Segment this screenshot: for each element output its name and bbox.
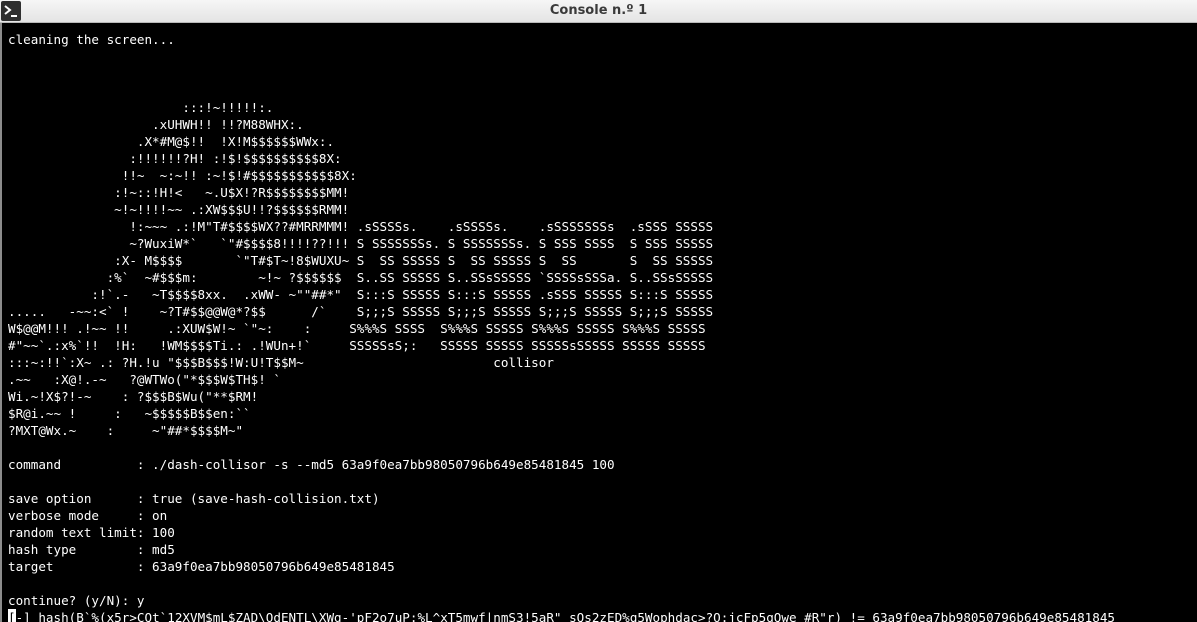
ascii-art-line: :::~:!!`:X~ .: ?H.!u "$$$B$$$!W:U!T$$M~ … <box>8 355 554 370</box>
ascii-art-line: .~~ :X@!.-~ ?@WTWo("*$$$W$TH$! ` <box>8 372 281 387</box>
continue-prompt-line: continue? (y/N): y <box>8 593 145 608</box>
ascii-art-line: :X- M$$$$ `"T#$T~!8$WUXU~ S SS SSSSS S S… <box>8 253 714 268</box>
ascii-art-line: ~!~!!!!~~ .:XW$$$U!!?$$$$$$RMM! <box>8 202 350 217</box>
ascii-art-line: !:~~~ .:!M"T#$$$$WX??#MRRMMM! .sSSSSs. .… <box>8 219 714 234</box>
hash-attempt-text: -] hash(B`%(x5r>CQt`12XVM$mL$ZAD\OdENTL\… <box>15 610 1115 622</box>
random-text-limit-line: random text limit: 100 <box>8 525 175 540</box>
ascii-art-line: $R@i.~~ ! : ~$$$$$B$$en:`` <box>8 406 251 421</box>
hash-attempt-line: [-] hash(B`%(x5r>CQt`12XVM$mL$ZAD\OdENTL… <box>8 609 1194 622</box>
ascii-art-line: :!`.- ~T$$$$8xx. .xWW- ~""##*" S:::S SSS… <box>8 287 714 302</box>
window-border <box>0 23 2 622</box>
ascii-art-line: ..... -~~:<` ! ~?T#$$@@W@*?$$ /` S;;;S S… <box>8 304 714 319</box>
ascii-art-line: ?MXT@Wx.~ : ~"##*$$$$M~" <box>8 423 244 438</box>
console-output[interactable]: cleaning the screen... :::!~!!!!!:. .xUH… <box>8 31 1194 622</box>
ascii-art-line: W$@@M!!! .!~~ !! .:XUW$W!~ `"~: : S%%%S … <box>8 321 706 336</box>
hash-type-line: hash type : md5 <box>8 542 175 557</box>
title-bar[interactable]: Console n.º 1 <box>0 0 1197 23</box>
console-line: cleaning the screen... <box>8 32 175 47</box>
console-window: Console n.º 1 cleaning the screen... :::… <box>0 0 1197 622</box>
ascii-art-line: !!~ ~:~!! :~!$!#$$$$$$$$$$$8X: <box>8 168 357 183</box>
window-title: Console n.º 1 <box>549 3 648 18</box>
command-line: command : ./dash-collisor -s --md5 63a9f… <box>8 457 615 472</box>
ascii-art-line: :!~::!H!< ~.U$X!?R$$$$$$$$MM! <box>8 185 350 200</box>
ascii-art-line: .xUHWH!! !!?M88WHX:. <box>8 117 304 132</box>
ascii-art-line: ~?WuxiW*` `"#$$$$8!!!!??!!! S SSSSSSSs. … <box>8 236 714 251</box>
ascii-art-line: #"~~`.:x%`!! !H: !WM$$$$Ti.: .!WUn+!` SS… <box>8 338 706 353</box>
ascii-art-line: .X*#M@$!! !X!M$$$$$$WWx:. <box>8 134 335 149</box>
ascii-art-line: :%` ~#$$$m: ~!~ ?$$$$$$ S..SS SSSSS S..S… <box>8 270 714 285</box>
verbose-mode-line: verbose mode : on <box>8 508 168 523</box>
save-option-line: save option : true (save-hash-collision.… <box>8 491 380 506</box>
ascii-art-line: Wi.~!X$?!-~ : ?$$$B$Wu("**$RM! <box>8 389 259 404</box>
target-line: target : 63a9f0ea7bb98050796b649e8548184… <box>8 559 395 574</box>
ascii-art-line: :!!!!!!?H! :!$!$$$$$$$$$$8X: <box>8 151 342 166</box>
ascii-art-line: :::!~!!!!!:. <box>8 100 274 115</box>
text-cursor: [ <box>8 609 16 622</box>
